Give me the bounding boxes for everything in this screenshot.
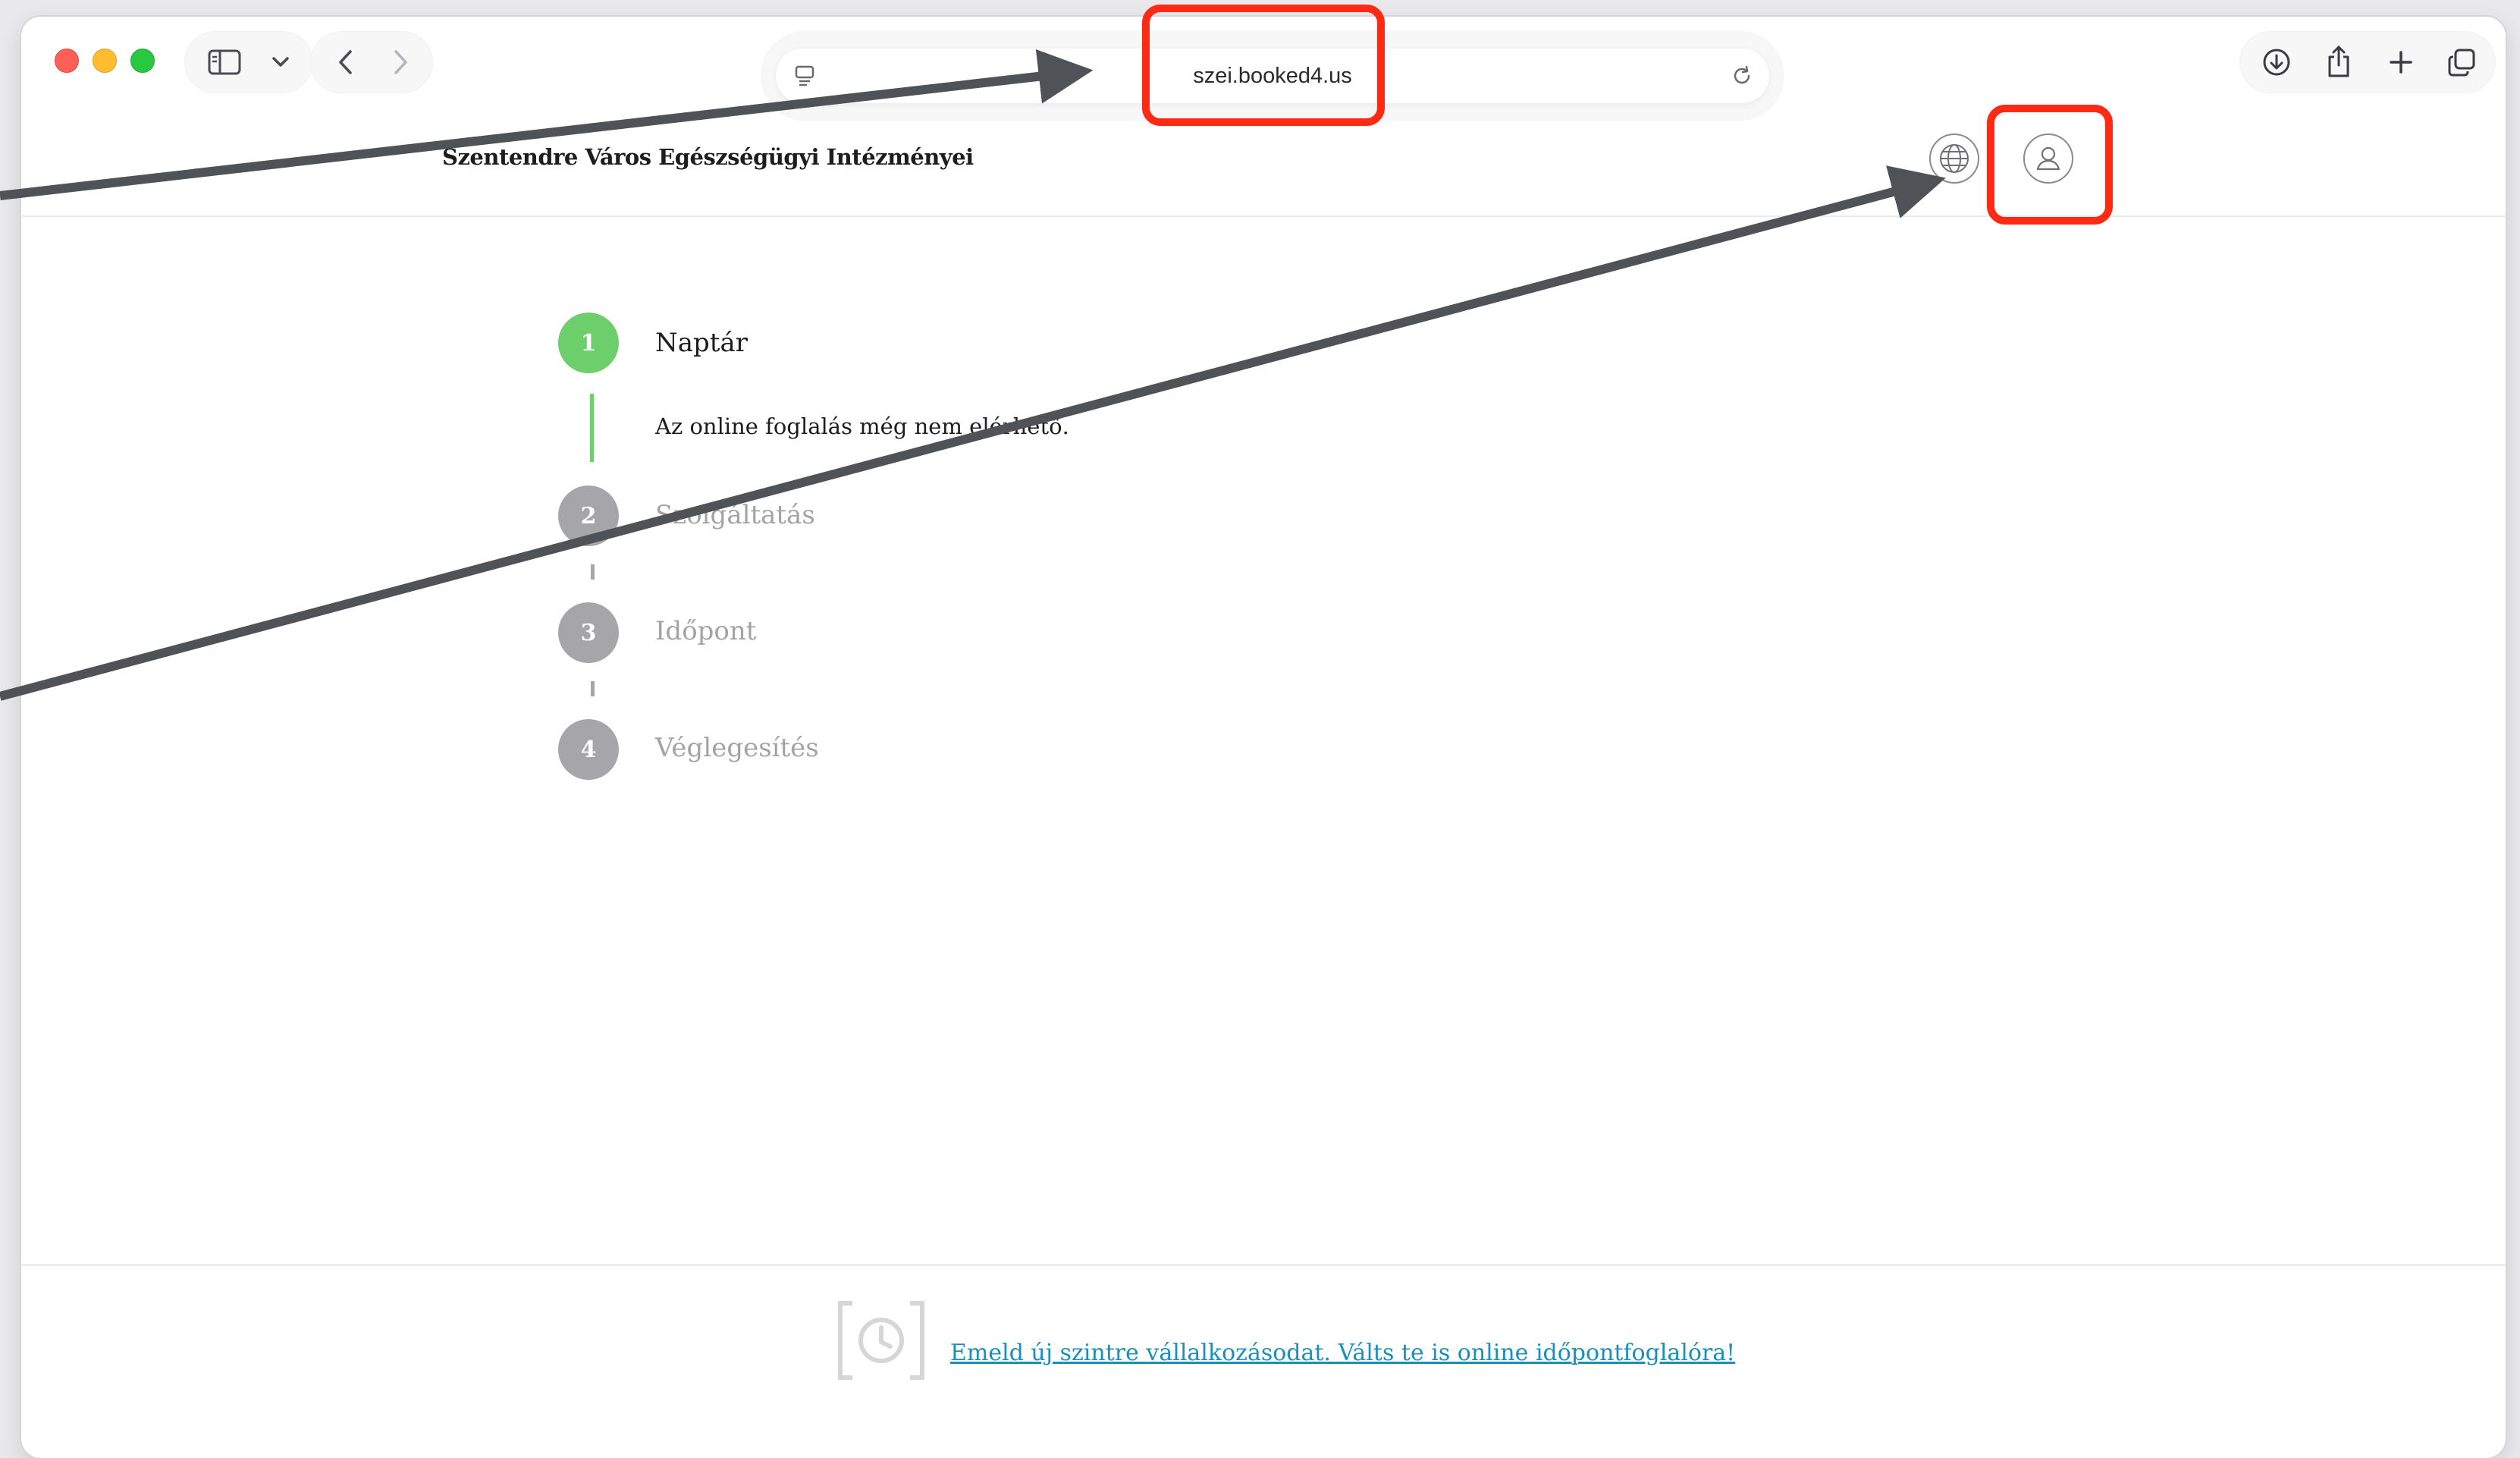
language-button[interactable]: [1929, 134, 1979, 184]
download-icon[interactable]: [2260, 46, 2293, 79]
chevron-down-icon[interactable]: [270, 53, 291, 71]
step-4-label: Véglegesítés: [655, 733, 819, 763]
address-bar-highlight: [1142, 5, 1385, 126]
step-1-label: Naptár: [655, 328, 748, 358]
step-3-label: Időpont: [655, 616, 757, 646]
back-arrow-icon[interactable]: [331, 46, 361, 79]
minimize-window-button[interactable]: [93, 49, 117, 73]
globe-icon: [1940, 144, 1969, 173]
clock-bracket-logo: [836, 1299, 927, 1385]
navigation-pill: [311, 32, 432, 93]
header-divider: [21, 215, 2506, 217]
browser-window: szei.booked4.us Szentendre Város Egészsé…: [21, 17, 2506, 1458]
promo-link[interactable]: Emeld új szintre vállalkozásodat. Válts …: [950, 1340, 1735, 1366]
step-2-number: 2: [558, 485, 619, 546]
step-3-connector: [591, 681, 595, 696]
step-2-label: Szolgáltatás: [655, 500, 815, 530]
site-title[interactable]: Szentendre Város Egészségügyi Intézménye…: [442, 144, 974, 170]
sidebar-icon[interactable]: [208, 49, 241, 76]
share-icon[interactable]: [2322, 42, 2355, 80]
footer-divider: [21, 1264, 2506, 1266]
tab-overview-icon[interactable]: [2445, 46, 2478, 79]
maximize-window-button[interactable]: [130, 49, 155, 73]
step-1-connector: [590, 394, 594, 462]
step-2-connector: [591, 564, 595, 580]
sidebar-pill: [185, 32, 312, 93]
step-message: Az online foglalás még nem elérhető.: [655, 413, 1069, 439]
step-1-number: 1: [558, 313, 619, 373]
plus-icon[interactable]: [2384, 46, 2418, 79]
reload-icon[interactable]: [1730, 64, 1754, 88]
account-button-highlight: [1987, 105, 2113, 225]
close-window-button[interactable]: [55, 49, 79, 73]
forward-arrow-icon[interactable]: [385, 46, 416, 79]
step-4-number: 4: [558, 719, 619, 780]
toolbar-actions-pill: [2240, 32, 2495, 93]
step-3-number: 3: [558, 602, 619, 663]
